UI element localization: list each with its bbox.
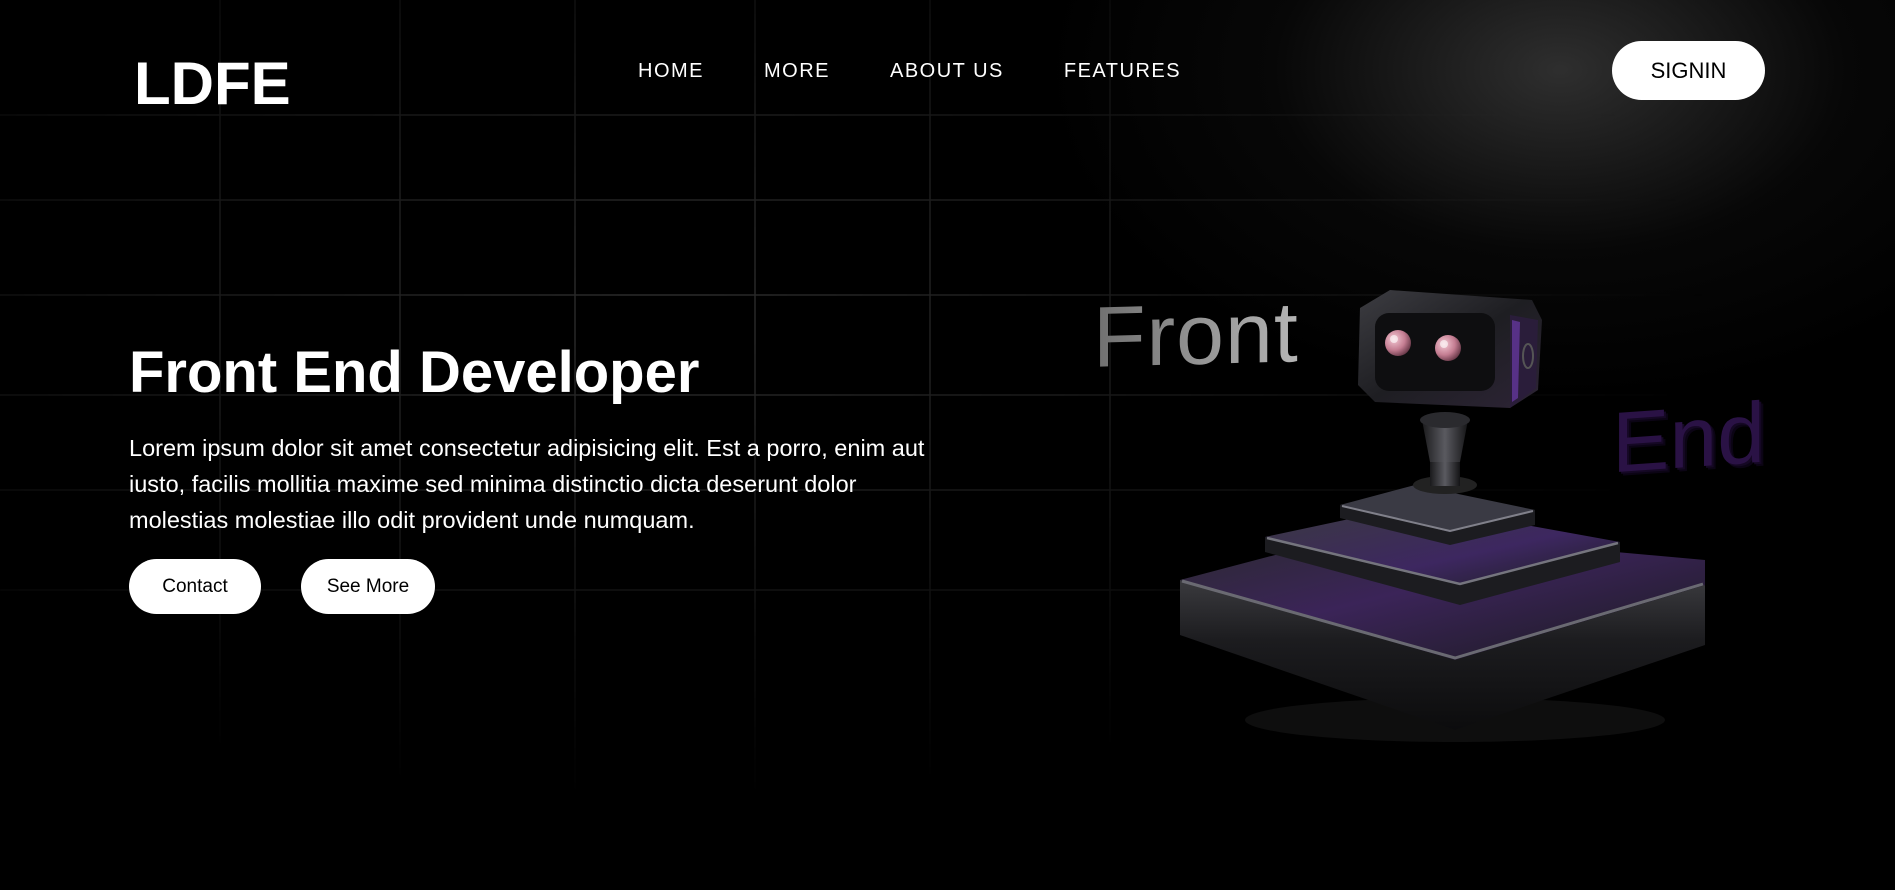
hero-title: Front End Developer	[129, 340, 700, 405]
nav-more[interactable]: MORE	[764, 58, 830, 84]
signin-button[interactable]: SIGNIN	[1612, 41, 1765, 100]
nav-features[interactable]: FEATURES	[1064, 58, 1181, 84]
main-nav: HOME MORE ABOUT US FEATURES	[638, 58, 1241, 84]
site-logo[interactable]: LDFE	[134, 50, 291, 118]
nav-home[interactable]: HOME	[638, 58, 704, 84]
landing-page: LDFE HOME MORE ABOUT US FEATURES SIGNIN …	[0, 0, 1895, 890]
see-more-button[interactable]: See More	[301, 559, 435, 614]
hero-description: Lorem ipsum dolor sit amet consectetur a…	[129, 435, 925, 533]
nav-about-us[interactable]: ABOUT US	[890, 58, 1004, 84]
contact-button[interactable]: Contact	[129, 559, 261, 614]
robot-joystick-icon	[1180, 290, 1705, 742]
